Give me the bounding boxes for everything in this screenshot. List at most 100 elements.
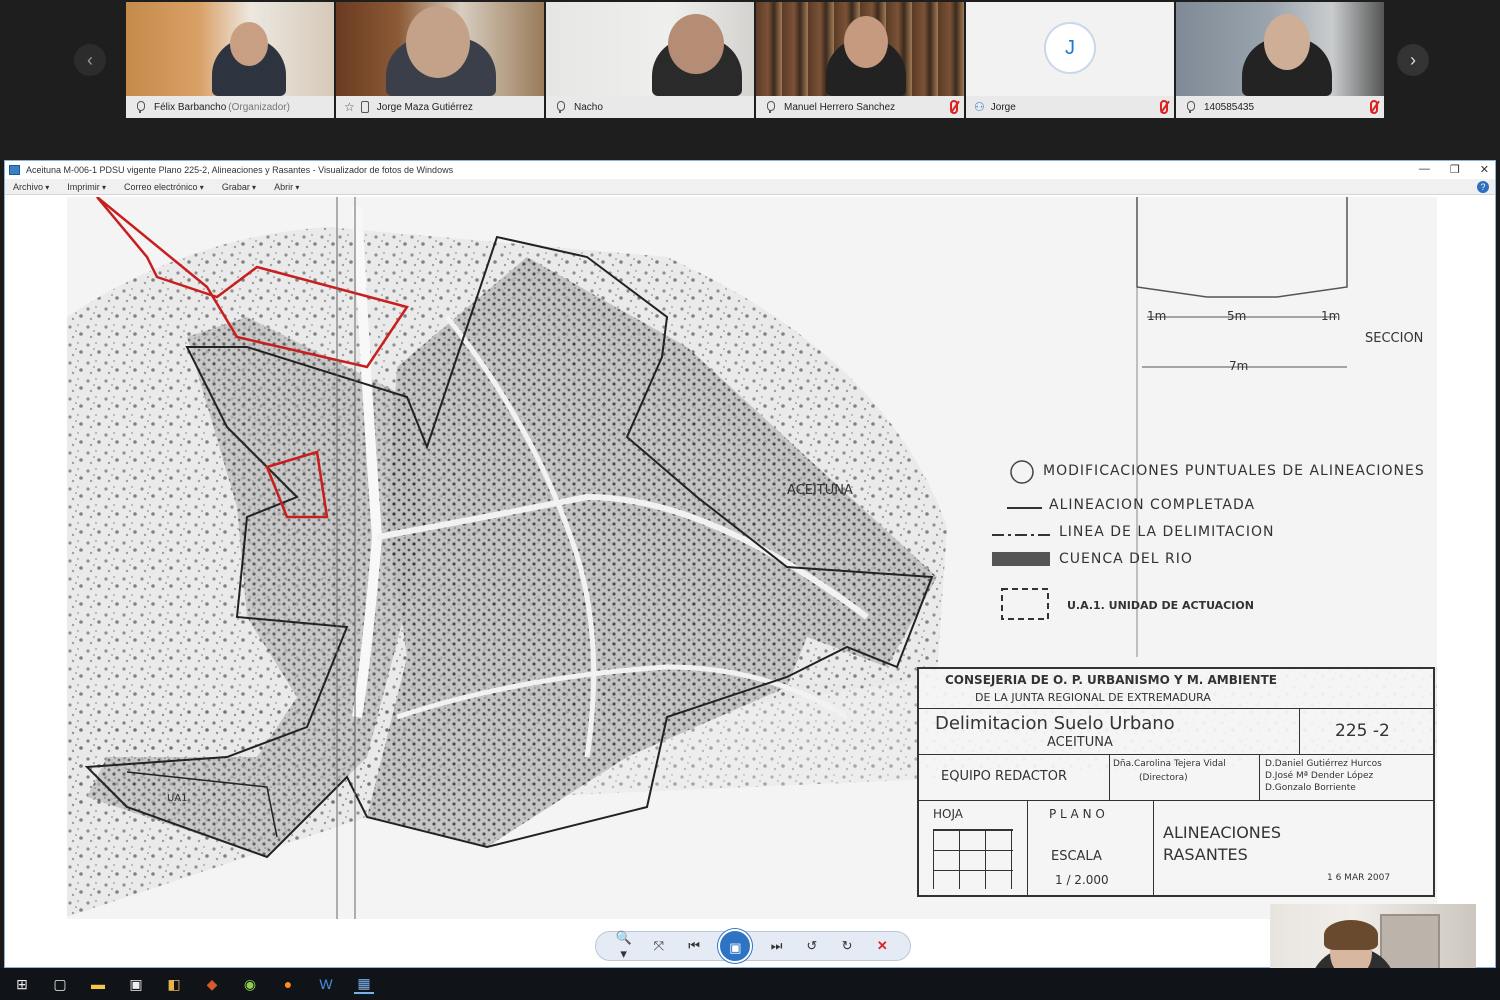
participant-name: Jorge Maza Gutiérrez: [376, 101, 473, 113]
phone-icon: [360, 101, 369, 113]
legend-item: LINEA DE LA DELIMITACION: [1059, 524, 1275, 540]
actual-size-icon[interactable]: ⤧: [648, 938, 670, 954]
menu-grabar[interactable]: Grabar: [222, 182, 256, 192]
plan-title-block: CONSEJERIA DE O. P. URBANISMO Y M. AMBIE…: [917, 667, 1435, 897]
photo-viewer-window: Aceituna M-006-1 PDSU vigente Plano 225-…: [4, 160, 1496, 968]
microphone-muted-icon: [1370, 100, 1378, 114]
project-town: ACEITUNA: [1047, 735, 1113, 750]
legend-item: U.A.1. UNIDAD DE ACTUACION: [1067, 599, 1254, 612]
next-icon[interactable]: ⏭: [766, 938, 788, 954]
previous-icon[interactable]: ⏮: [683, 938, 705, 954]
photos-icon[interactable]: ▦: [354, 974, 374, 994]
file-explorer-icon[interactable]: ▬: [88, 974, 108, 994]
participant-tile[interactable]: Félix Barbancho (Organizador): [126, 2, 334, 118]
menu-imprimir[interactable]: Imprimir: [67, 182, 106, 192]
team-member: D.Daniel Gutiérrez Hurcos: [1265, 759, 1382, 769]
microphone-icon: [554, 101, 566, 113]
participant-nameplate: ☆ Jorge Maza Gutiérrez: [336, 96, 544, 118]
section-dim-middle: 5m: [1227, 309, 1247, 323]
star-icon: ☆: [344, 100, 355, 114]
plan-number: 225 -2: [1335, 721, 1390, 741]
plan-row: HOJA P L A N O ESCALA 1 / 2.000 ALINEACI…: [919, 801, 1433, 897]
menu-abrir[interactable]: Abrir: [274, 182, 299, 192]
menu-correo[interactable]: Correo electrónico: [124, 182, 204, 192]
window-titlebar: Aceituna M-006-1 PDSU vigente Plano 225-…: [5, 161, 1495, 179]
people-icon: ⚇: [974, 100, 985, 114]
participant-name: Nacho: [574, 101, 603, 113]
legend-item: CUENCA DEL RIO: [1059, 551, 1193, 567]
participant-video: [756, 2, 964, 96]
participant-video: [336, 2, 544, 96]
zone-label: UA1: [167, 793, 188, 804]
director-role: (Directora): [1139, 773, 1188, 783]
participant-nameplate: Félix Barbancho (Organizador): [126, 96, 334, 118]
participant-video: [126, 2, 334, 96]
window-title: Aceituna M-006-1 PDSU vigente Plano 225-…: [26, 165, 454, 175]
rotate-counterclockwise-icon[interactable]: ↺: [801, 938, 823, 954]
task-view-icon[interactable]: ▢: [50, 974, 70, 994]
section-dim-right: 1m: [1321, 309, 1341, 323]
media-icon[interactable]: ◆: [202, 974, 222, 994]
menu-archivo[interactable]: Archivo: [13, 182, 49, 192]
browser-icon[interactable]: ◉: [240, 974, 260, 994]
participant-tile[interactable]: Nacho: [546, 2, 754, 118]
participant-video: [1176, 2, 1384, 96]
legend-item: MODIFICACIONES PUNTUALES DE ALINEACIONES: [1043, 463, 1425, 479]
participant-nameplate: 140585435: [1176, 96, 1384, 118]
microphone-muted-icon: [1160, 100, 1168, 114]
section-label: SECCION: [1365, 331, 1424, 346]
minimize-button[interactable]: —: [1419, 163, 1430, 176]
microphone-icon: [1184, 101, 1196, 113]
section-dim-left: 1m: [1147, 309, 1167, 323]
participant-role: (Organizador): [228, 101, 290, 113]
close-button[interactable]: ✕: [1480, 163, 1489, 176]
photo-area: 1m 5m 1m 7m SECCION ACEITUNA UA1 MODIFIC…: [5, 197, 1495, 927]
store-icon[interactable]: ▣: [126, 974, 146, 994]
help-icon[interactable]: ?: [1477, 181, 1489, 193]
delete-icon[interactable]: ✕: [871, 938, 893, 954]
plan-label: P L A N O: [1049, 807, 1105, 821]
participant-tiles: Félix Barbancho (Organizador) ☆ Jorge Ma…: [126, 2, 1386, 118]
sheet-label: HOJA: [933, 807, 964, 821]
participant-tile[interactable]: J ⚇ Jorge: [966, 2, 1174, 118]
participant-nameplate: ⚇ Jorge: [966, 96, 1174, 118]
maximize-button[interactable]: ❐: [1450, 163, 1460, 176]
slideshow-button[interactable]: ▣: [718, 929, 753, 963]
meeting-participant-strip: ‹ Félix Barbancho (Organizador) ☆ Jorge …: [0, 0, 1500, 160]
project-row: Delimitacion Suelo Urbano ACEITUNA 225 -…: [919, 709, 1433, 755]
scale-value: 1 / 2.000: [1055, 873, 1109, 887]
start-icon[interactable]: ⊞: [12, 974, 32, 994]
town-label: ACEITUNA: [787, 483, 853, 498]
firefox-icon[interactable]: ●: [278, 974, 298, 994]
windows-taskbar: ⊞ ▢ ▬ ▣ ◧ ◆ ◉ ● W ▦: [0, 968, 1500, 1000]
participant-tile-active-speaker[interactable]: ☆ Jorge Maza Gutiérrez: [336, 2, 544, 118]
map-image: 1m 5m 1m 7m SECCION ACEITUNA UA1 MODIFIC…: [67, 197, 1437, 919]
participant-nameplate: Nacho: [546, 96, 754, 118]
window-controls: — ❐ ✕: [1419, 163, 1489, 176]
plan-title-1: ALINEACIONES: [1163, 823, 1282, 842]
microphone-muted-icon: [950, 100, 958, 114]
rotate-clockwise-icon[interactable]: ↻: [836, 938, 858, 954]
authority-line: DE LA JUNTA REGIONAL DE EXTREMADURA: [975, 691, 1211, 704]
word-icon[interactable]: W: [316, 974, 336, 994]
next-participants-button[interactable]: ›: [1397, 44, 1429, 76]
team-member: D.Gonzalo Borriente: [1265, 783, 1356, 793]
participant-video: J: [966, 2, 1174, 96]
authority-line: CONSEJERIA DE O. P. URBANISMO Y M. AMBIE…: [945, 673, 1277, 687]
participant-video: [546, 2, 754, 96]
avatar: J: [1044, 22, 1096, 74]
participant-tile[interactable]: 140585435: [1176, 2, 1384, 118]
participant-name: 140585435: [1204, 101, 1255, 113]
director-name: Dña.Carolina Tejera Vidal: [1113, 759, 1226, 769]
project-title: Delimitacion Suelo Urbano: [935, 713, 1175, 734]
photo-viewer-icon: [9, 165, 20, 175]
app-icon[interactable]: ◧: [164, 974, 184, 994]
team-member: D.José Mª Dender López: [1265, 771, 1374, 781]
microphone-icon: [134, 101, 146, 113]
viewer-controls: 🔍▾ ⤧ ⏮ ▣ ⏭ ↺ ↻ ✕: [595, 929, 911, 963]
zoom-icon[interactable]: 🔍▾: [613, 930, 635, 962]
participant-tile[interactable]: Manuel Herrero Sanchez: [756, 2, 964, 118]
participant-nameplate: Manuel Herrero Sanchez: [756, 96, 964, 118]
participant-name: Jorge: [990, 101, 1016, 113]
previous-participants-button[interactable]: ‹: [74, 44, 106, 76]
